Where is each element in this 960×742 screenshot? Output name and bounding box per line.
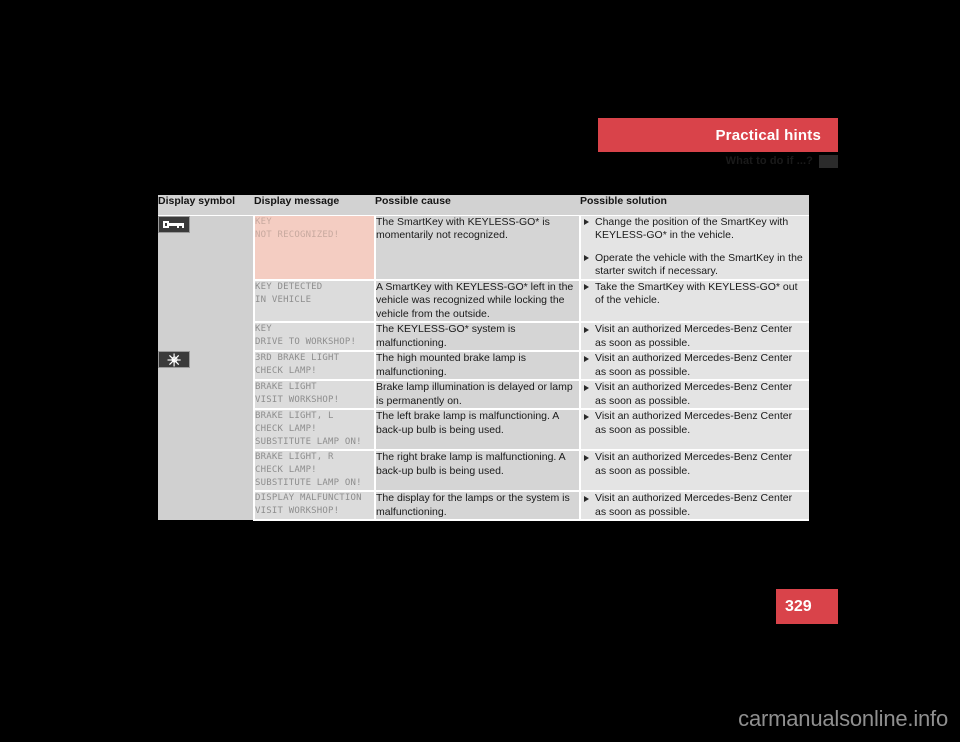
cell-display-symbol xyxy=(158,491,255,520)
banner-title: Practical hints xyxy=(715,126,821,144)
table-row: 3RD BRAKE LIGHT CHECK LAMP! The high moun… xyxy=(158,351,809,381)
triangle-bullet-icon xyxy=(581,451,595,461)
lamp-icon xyxy=(158,351,190,368)
cell-display-message: BRAKE LIGHT, R CHECK LAMP! SUBSTITUTE LA… xyxy=(254,450,376,492)
cell-possible-solution: Visit an authorized Mercedes-Benz Center… xyxy=(580,351,809,381)
cell-possible-solution: Visit an authorized Mercedes-Benz Center… xyxy=(580,409,809,451)
solution-text: Visit an authorized Mercedes-Benz Center… xyxy=(595,323,793,349)
cell-display-message: DISPLAY MALFUNCTION VISIT WORKSHOP! xyxy=(254,491,376,521)
table-body: KEY NOT RECOGNIZED! The SmartKey with KEY… xyxy=(158,215,809,521)
solution-text: Visit an authorized Mercedes-Benz Center… xyxy=(595,410,793,436)
solution-item: Visit an authorized Mercedes-Benz Center… xyxy=(581,410,809,437)
cell-possible-solution: Visit an authorized Mercedes-Benz Center… xyxy=(580,450,809,492)
cell-possible-cause: Brake lamp illumination is delayed or la… xyxy=(375,380,581,410)
site-watermark: carmanualsonline.info xyxy=(738,706,948,731)
solution-text: Visit an authorized Mercedes-Benz Center… xyxy=(595,492,793,518)
cell-possible-solution: Take the SmartKey with KEYLESS-GO* out o… xyxy=(580,279,809,323)
triangle-bullet-icon xyxy=(581,381,595,391)
column-header-possible-solution: Possible solution xyxy=(580,195,809,216)
solution-text: Visit an authorized Mercedes-Benz Center… xyxy=(595,381,793,407)
solution-text: Visit an authorized Mercedes-Benz Center… xyxy=(595,352,793,378)
cell-possible-solution: Change the position of the SmartKey with… xyxy=(580,215,809,281)
column-header-display-message: Display message xyxy=(254,195,375,216)
cell-display-symbol xyxy=(158,450,255,491)
cell-display-symbol xyxy=(158,380,255,409)
triangle-bullet-icon xyxy=(581,216,595,225)
cell-display-symbol xyxy=(158,351,255,380)
solution-item: Operate the vehicle with the SmartKey in… xyxy=(581,252,809,279)
triangle-bullet-icon xyxy=(581,252,595,261)
solution-item: Visit an authorized Mercedes-Benz Center… xyxy=(581,352,809,379)
solution-text: Change the position of the SmartKey with… xyxy=(595,215,789,242)
solution-item: Visit an authorized Mercedes-Benz Center… xyxy=(581,323,809,350)
cell-possible-cause: The left brake lamp is malfunctioning. A… xyxy=(375,409,581,451)
cell-display-message: 3RD BRAKE LIGHT CHECK LAMP! xyxy=(254,351,376,381)
cell-possible-solution: Visit an authorized Mercedes-Benz Center… xyxy=(580,491,809,521)
section-title: What to do if ...? xyxy=(725,155,813,167)
cell-possible-cause: A SmartKey with KEYLESS-GO* left in the … xyxy=(375,279,581,323)
solution-item: Visit an authorized Mercedes-Benz Center… xyxy=(581,492,809,519)
solution-item: Change the position of the SmartKey with… xyxy=(581,216,809,243)
cell-display-symbol xyxy=(158,322,255,351)
table-row: BRAKE LIGHT, R CHECK LAMP! SUBSTITUTE LA… xyxy=(158,450,809,492)
cell-possible-cause: The KEYLESS-GO* system is malfunctioning… xyxy=(375,322,581,352)
display-messages-table: Display symbol Display message Possible … xyxy=(158,195,809,521)
cell-display-message: BRAKE LIGHT VISIT WORKSHOP! xyxy=(254,380,376,410)
triangle-bullet-icon xyxy=(581,323,595,333)
cell-display-message: KEY DETECTED IN VEHICLE xyxy=(254,279,376,323)
cell-display-symbol xyxy=(158,215,255,280)
table-row: BRAKE LIGHT VISIT WORKSHOP! Brake lamp il… xyxy=(158,380,809,410)
solution-item: Take the SmartKey with KEYLESS-GO* out o… xyxy=(581,281,809,308)
cell-possible-cause: The high mounted brake lamp is malfuncti… xyxy=(375,351,581,381)
cell-display-symbol xyxy=(158,279,255,322)
cell-possible-solution: Visit an authorized Mercedes-Benz Center… xyxy=(580,322,809,352)
table-header-row: Display symbol Display message Possible … xyxy=(158,195,809,216)
cell-display-message: KEY NOT RECOGNIZED! xyxy=(254,215,376,281)
triangle-bullet-icon xyxy=(581,492,595,502)
solution-item: Visit an authorized Mercedes-Benz Center… xyxy=(581,381,809,408)
cell-display-message: KEY DRIVE TO WORKSHOP! xyxy=(254,322,376,352)
solution-text: Visit an authorized Mercedes-Benz Center… xyxy=(595,451,793,477)
table-row: KEY NOT RECOGNIZED! The SmartKey with KEY… xyxy=(158,215,809,281)
practical-hints-banner: Practical hints xyxy=(598,118,838,152)
page-number-block: 329 xyxy=(776,589,838,624)
table-row: DISPLAY MALFUNCTION VISIT WORKSHOP! The d… xyxy=(158,491,809,521)
cell-possible-cause: The SmartKey with KEYLESS-GO* is momenta… xyxy=(375,215,581,281)
cell-possible-cause: The right brake lamp is malfunctioning. … xyxy=(375,450,581,492)
solution-text: Operate the vehicle with the SmartKey in… xyxy=(595,251,803,278)
solution-item: Visit an authorized Mercedes-Benz Center… xyxy=(581,451,809,478)
cell-display-message: BRAKE LIGHT, L CHECK LAMP! SUBSTITUTE LA… xyxy=(254,409,376,451)
table-row: KEY DRIVE TO WORKSHOP! The KEYLESS-GO* sy… xyxy=(158,322,809,352)
column-header-possible-cause: Possible cause xyxy=(375,195,580,216)
section-header: What to do if ...? xyxy=(598,153,838,169)
cell-possible-cause: The display for the lamps or the system … xyxy=(375,491,581,521)
solution-text: Take the SmartKey with KEYLESS-GO* out o… xyxy=(595,280,798,307)
key-icon xyxy=(158,215,190,233)
triangle-bullet-icon xyxy=(581,281,595,290)
table-row: KEY DETECTED IN VEHICLE A SmartKey with K… xyxy=(158,279,809,323)
cell-possible-solution: Visit an authorized Mercedes-Benz Center… xyxy=(580,380,809,410)
page-number: 329 xyxy=(785,597,812,615)
cell-display-symbol xyxy=(158,409,255,450)
table-row: BRAKE LIGHT, L CHECK LAMP! SUBSTITUTE LA… xyxy=(158,409,809,451)
column-header-display-symbol: Display symbol xyxy=(158,195,254,216)
triangle-bullet-icon xyxy=(581,410,595,420)
triangle-bullet-icon xyxy=(581,352,595,362)
section-tab-marker xyxy=(819,154,838,168)
